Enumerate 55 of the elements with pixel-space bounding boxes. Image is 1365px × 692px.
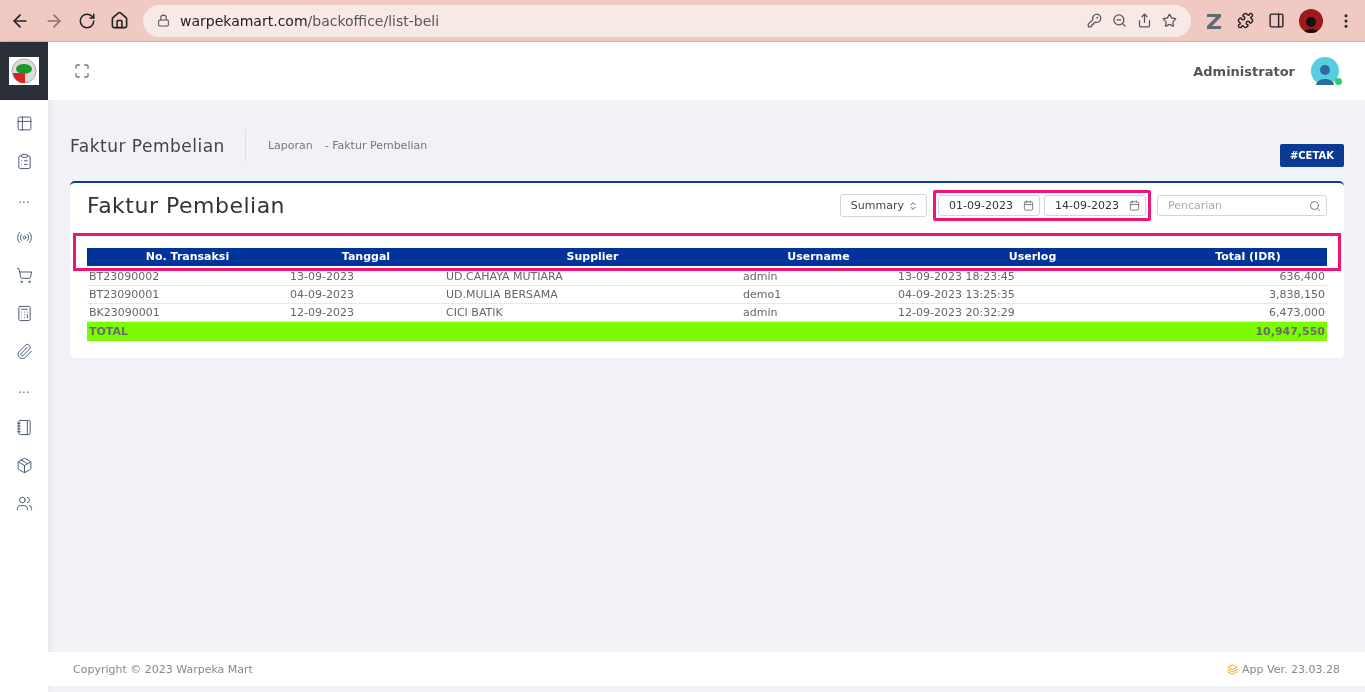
table-cell: BT23090002 — [87, 268, 288, 286]
table-cell: 04-09-2023 — [288, 286, 444, 304]
extension-icon[interactable] — [1205, 11, 1223, 30]
sort-caret-icon — [908, 200, 918, 211]
column-header: Username — [741, 248, 896, 266]
version-text: App Ver. 23.03.28 — [1242, 662, 1340, 676]
layers-icon — [1227, 663, 1239, 675]
profile-avatar[interactable] — [1299, 8, 1323, 33]
card-title: Faktur Pembelian — [87, 193, 286, 218]
table-cell: demo1 — [741, 286, 896, 304]
logo-icon — [9, 57, 39, 85]
user-avatar[interactable] — [1311, 57, 1339, 85]
section-separator: ... — [18, 381, 30, 398]
reload-icon[interactable] — [78, 11, 96, 30]
search-field[interactable]: Pencarian — [1157, 195, 1327, 216]
calendar-icon[interactable] — [1023, 200, 1034, 211]
column-header: Total (IDR) — [1169, 248, 1327, 266]
total-value: 10,947,550 — [1169, 322, 1327, 341]
column-header: Tanggal — [288, 248, 444, 266]
print-button[interactable]: #CETAK — [1279, 144, 1344, 167]
table-cell: 3,838,150 — [1169, 286, 1327, 304]
column-header: Supplier — [444, 248, 741, 266]
total-label: TOTAL — [87, 322, 1169, 341]
table-cell: 04-09-2023 13:25:35 — [896, 286, 1169, 304]
table-cell: BT23090001 — [87, 286, 288, 304]
column-header: No. Transaksi — [87, 248, 288, 266]
lock-icon — [157, 14, 170, 27]
breadcrumb-item: - Faktur Pembelian — [324, 139, 428, 152]
zoom-out-icon[interactable] — [1112, 13, 1127, 28]
key-icon[interactable] — [1087, 13, 1102, 28]
puzzle-icon[interactable] — [1237, 12, 1254, 29]
table-cell: admin — [741, 268, 896, 286]
copyright-text: Copyright © 2023 Warpeka Mart — [73, 662, 253, 676]
search-icon[interactable] — [1309, 200, 1321, 212]
date-to-field[interactable]: 14-09-2023 — [1044, 195, 1146, 216]
table-cell: 13-09-2023 18:23:45 — [896, 268, 1169, 286]
section-separator: ... — [18, 191, 30, 208]
page-title: Faktur Pembelian — [70, 129, 246, 162]
star-icon[interactable] — [1162, 13, 1177, 28]
mode-select[interactable]: Summary — [839, 194, 927, 217]
table-cell: 636,400 — [1169, 268, 1327, 286]
address-bar[interactable]: warpekamart.com/backoffice/list-beli — [143, 4, 1191, 37]
column-header: Userlog — [896, 248, 1169, 266]
table-cell: UD.CAHAYA MUTIARA — [444, 268, 741, 286]
fullscreen-icon[interactable] — [74, 63, 90, 79]
calendar-icon[interactable] — [1129, 200, 1140, 211]
share-icon[interactable] — [1137, 13, 1152, 28]
date-from-field[interactable]: 01-09-2023 — [938, 195, 1040, 216]
home-icon[interactable] — [110, 11, 129, 30]
breadcrumb-item[interactable]: Laporan — [267, 139, 313, 152]
user-name: Administrator — [1193, 63, 1295, 79]
side-panel-icon[interactable] — [1268, 12, 1285, 29]
url-text: warpekamart.com/backoffice/list-beli — [180, 12, 440, 29]
table-cell: UD.MULIA BERSAMA — [444, 286, 741, 304]
table-cell: 13-09-2023 — [288, 268, 444, 286]
